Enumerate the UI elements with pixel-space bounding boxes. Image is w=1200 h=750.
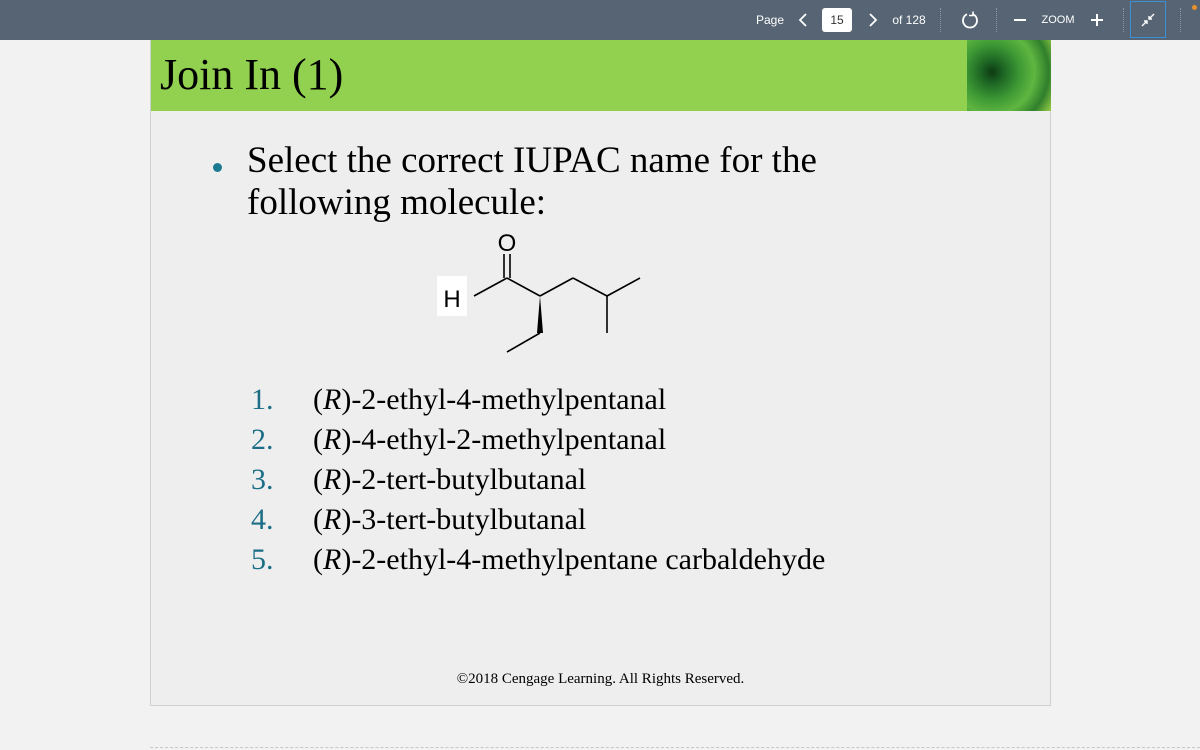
- bond: [606, 277, 641, 297]
- option-paren: (: [313, 383, 323, 416]
- o-atom-label: O: [498, 230, 517, 257]
- collapse-arrows-icon: [1141, 13, 1155, 26]
- next-page-button[interactable]: [862, 0, 884, 40]
- answer-option[interactable]: 5. (R)-2-ethyl-4-methylpentane carbaldehy…: [251, 540, 825, 580]
- option-number: 2.: [251, 423, 274, 456]
- option-stereo: R: [323, 543, 342, 576]
- h-atom-label: H: [443, 286, 460, 313]
- option-paren: (: [313, 503, 323, 536]
- option-stereo: R: [323, 423, 342, 456]
- option-number: 3.: [251, 463, 274, 496]
- answer-option[interactable]: 2. (R)-4-ethyl-2-methylpentanal: [251, 420, 825, 460]
- rotate-icon: [962, 11, 978, 29]
- molecule-structure: H O: [437, 230, 641, 353]
- option-stereo: R: [323, 383, 342, 416]
- slide-title: Join In (1): [160, 50, 344, 99]
- total-pages-label: of 128: [892, 13, 926, 27]
- zoom-in-button[interactable]: [1086, 0, 1108, 40]
- answer-option[interactable]: 4. (R)-3-tert-butylbutanal: [251, 500, 825, 540]
- viewer-toolbar: Page 15 of 128 ZOOM: [0, 0, 1200, 40]
- previous-page-button[interactable]: [792, 0, 814, 40]
- chevron-right-icon: [869, 13, 878, 27]
- slide: Join In (1) Select the correct IUPAC nam…: [150, 40, 1051, 706]
- bond: [539, 277, 574, 297]
- bond: [506, 277, 541, 297]
- option-name: )-2-ethyl-4-methylpentane carbaldehyde: [341, 543, 826, 576]
- plus-icon: [1091, 14, 1103, 26]
- option-stereo: R: [323, 463, 342, 496]
- bond: [473, 277, 508, 297]
- question-text: Select the correct IUPAC name for the fo…: [247, 140, 817, 223]
- toolbar-divider: [1123, 8, 1124, 32]
- option-name: )-2-tert-butylbutanal: [341, 463, 587, 496]
- page-label: Page: [755, 13, 785, 27]
- bond: [506, 332, 541, 353]
- minus-icon: [1014, 19, 1026, 21]
- wedge-bond: [537, 296, 543, 333]
- option-name: )-2-ethyl-4-methylpentanal: [341, 383, 667, 416]
- toolbar-divider: [940, 8, 941, 32]
- rotate-button[interactable]: [958, 0, 982, 40]
- option-text: (R)-3-tert-butylbutanal: [313, 503, 586, 536]
- option-number: 5.: [251, 543, 274, 576]
- page-number-input[interactable]: 15: [822, 8, 852, 32]
- option-number: 1.: [251, 383, 274, 416]
- option-text: (R)-2-ethyl-4-methylpentane carbaldehyde: [313, 543, 825, 576]
- option-number: 4.: [251, 503, 274, 536]
- option-stereo: R: [323, 503, 342, 536]
- page-boundary-divider: [150, 747, 1200, 748]
- zoom-label: ZOOM: [1041, 14, 1075, 26]
- copyright-notice: ©2018 Cengage Learning. All Rights Reser…: [456, 671, 745, 687]
- option-text: (R)-4-ethyl-2-methylpentanal: [313, 423, 666, 456]
- option-text: (R)-2-tert-butylbutanal: [313, 463, 586, 496]
- answer-options-list: 1. (R)-2-ethyl-4-methylpentanal 2. (R)-4-e…: [251, 380, 825, 580]
- chevron-left-icon: [798, 13, 807, 27]
- bullet-icon: [213, 163, 222, 172]
- toolbar-divider: [996, 8, 997, 32]
- slide-header: Join In (1): [151, 40, 967, 111]
- option-paren: (: [313, 463, 323, 496]
- option-name: )-4-ethyl-2-methylpentanal: [341, 423, 667, 456]
- toolbar-divider: [1180, 8, 1181, 32]
- aloe-plant-image: [967, 40, 1051, 111]
- option-text: (R)-2-ethyl-4-methylpentanal: [313, 383, 666, 416]
- notification-dot: [1192, 5, 1197, 10]
- fit-to-page-button[interactable]: [1130, 1, 1166, 38]
- option-name: )-3-tert-butylbutanal: [341, 503, 587, 536]
- answer-option[interactable]: 3. (R)-2-tert-butylbutanal: [251, 460, 825, 500]
- option-paren: (: [313, 543, 323, 576]
- bond: [572, 277, 608, 297]
- option-paren: (: [313, 423, 323, 456]
- answer-option[interactable]: 1. (R)-2-ethyl-4-methylpentanal: [251, 380, 825, 420]
- zoom-out-button[interactable]: [1010, 0, 1030, 40]
